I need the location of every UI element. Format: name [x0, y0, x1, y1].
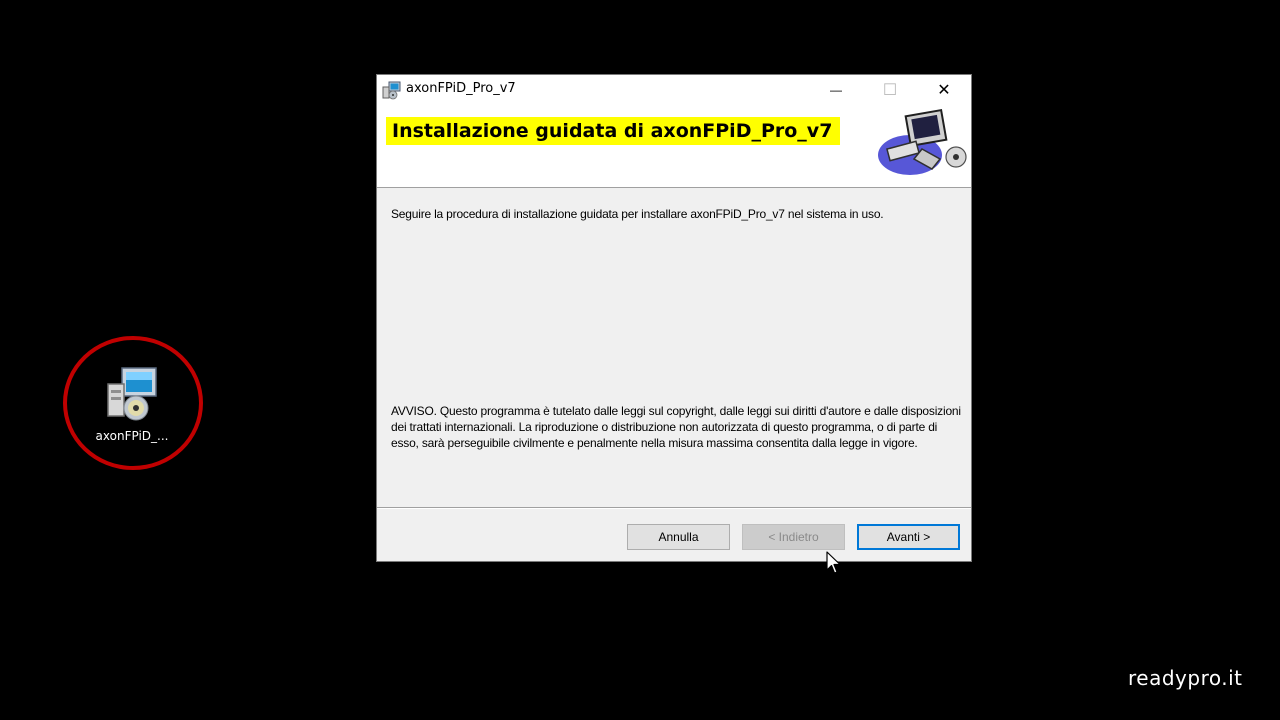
watermark: readypro.it [1128, 666, 1243, 690]
minimize-button[interactable]: — [813, 75, 859, 105]
installer-window: axonFPiD_Pro_v7 — ☐ ✕ Installazione guid… [376, 74, 972, 562]
window-title: axonFPiD_Pro_v7 [406, 81, 516, 96]
maximize-button: ☐ [867, 75, 913, 105]
close-icon: ✕ [937, 82, 951, 99]
next-button[interactable]: Avanti > [857, 524, 960, 550]
wizard-banner: Installazione guidata di axonFPiD_Pro_v7 [377, 105, 971, 188]
maximize-icon: ☐ [882, 82, 898, 99]
wizard-title: Installazione guidata di axonFPiD_Pro_v7 [386, 117, 841, 145]
mouse-cursor-icon [826, 551, 841, 574]
divider [377, 507, 971, 509]
close-button[interactable]: ✕ [921, 75, 967, 105]
desktop: axonFPiD_... axonFPiD_Pro_v7 — ☐ ✕ Insta [0, 0, 1280, 720]
computer-setup-icon [878, 108, 967, 175]
installer-app-icon [382, 81, 401, 100]
copyright-notice: AVVISO. Questo programma è tutelato dall… [391, 404, 961, 450]
installer-icon [107, 367, 157, 421]
desktop-installer-icon[interactable]: axonFPiD_... [84, 360, 184, 450]
desktop-icon-label: axonFPiD_... [95, 429, 169, 443]
title-bar[interactable]: axonFPiD_Pro_v7 — ☐ ✕ [377, 75, 971, 105]
minimize-icon: — [830, 83, 842, 97]
cancel-button[interactable]: Annulla [627, 524, 730, 550]
intro-text: Seguire la procedura di installazione gu… [391, 207, 884, 221]
back-button: < Indietro [742, 524, 845, 550]
